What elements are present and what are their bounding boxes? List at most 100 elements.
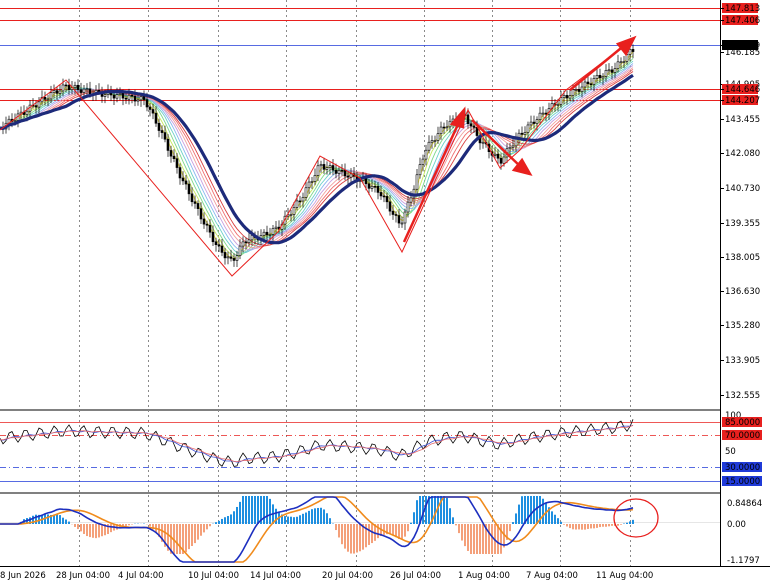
candle-body bbox=[77, 85, 79, 89]
candle-body bbox=[440, 127, 442, 134]
candle-body bbox=[521, 133, 523, 134]
candle-body bbox=[578, 89, 580, 91]
candle-body bbox=[329, 166, 331, 168]
macd-bar bbox=[338, 524, 340, 537]
candle-body bbox=[566, 95, 568, 98]
macd-bar bbox=[449, 508, 451, 524]
macd-bar bbox=[188, 524, 190, 549]
candle-body bbox=[410, 198, 412, 202]
candle-body bbox=[392, 211, 394, 214]
macd-bar bbox=[347, 524, 349, 552]
macd-bar bbox=[296, 517, 298, 524]
price-axis[interactable]: 147.813147.406146.419146.185144.905144.6… bbox=[720, 3, 760, 401]
macd-bar bbox=[530, 496, 532, 524]
rsi-axis[interactable]: 10085.000070.00005030.000015.0000 bbox=[722, 411, 762, 487]
rsi-label: 15.0000 bbox=[725, 477, 760, 487]
macd-bar bbox=[587, 524, 589, 529]
candle-body bbox=[446, 127, 448, 128]
candle-body bbox=[590, 84, 592, 85]
macd-bar bbox=[89, 524, 91, 537]
macd-bar bbox=[68, 522, 70, 524]
macd-bar bbox=[599, 524, 601, 527]
candle-body bbox=[383, 196, 385, 197]
time-label: 11 Aug 04:00 bbox=[596, 571, 653, 581]
candle-body bbox=[146, 100, 148, 107]
time-axis[interactable]: 8 Jun 202628 Jun 04:004 Jul 04:0010 Jul … bbox=[0, 571, 653, 581]
candle-body bbox=[197, 203, 199, 208]
candle-body bbox=[152, 109, 154, 113]
macd-bar bbox=[311, 509, 313, 524]
time-label: 1 Aug 04:00 bbox=[458, 571, 510, 581]
macd-bar bbox=[446, 498, 448, 524]
macd-bar bbox=[224, 517, 226, 524]
candle-body bbox=[116, 95, 118, 99]
candle-body bbox=[125, 98, 127, 99]
candle-body bbox=[140, 96, 142, 99]
macd-bar bbox=[305, 513, 307, 524]
chart-canvas[interactable]: 147.813147.406146.419146.185144.905144.6… bbox=[0, 0, 770, 583]
macd-bar bbox=[605, 524, 607, 527]
macd-bar bbox=[488, 524, 490, 554]
candle-body bbox=[368, 184, 370, 189]
candle-body bbox=[170, 150, 172, 156]
macd-bar bbox=[410, 523, 412, 524]
price-label: 138.005 bbox=[725, 253, 760, 263]
time-label: 10 Jul 04:00 bbox=[188, 571, 239, 581]
candle-body bbox=[323, 164, 325, 169]
macd-bar bbox=[416, 500, 418, 524]
macd-bar bbox=[74, 524, 76, 527]
macd-bar bbox=[110, 524, 112, 532]
candle-body bbox=[470, 124, 472, 126]
candle-body bbox=[395, 214, 397, 215]
macd-bar bbox=[584, 524, 586, 530]
price-panel[interactable] bbox=[0, 0, 720, 409]
macd-bar bbox=[611, 524, 613, 526]
candle-body bbox=[332, 166, 334, 171]
macd-label: 0.00 bbox=[727, 520, 746, 530]
macd-bar bbox=[509, 524, 511, 531]
trading-chart-window[interactable]: 147.813147.406146.419146.185144.905144.6… bbox=[0, 0, 770, 583]
candle-body bbox=[68, 85, 70, 90]
macd-bar bbox=[206, 524, 208, 529]
macd-bar bbox=[83, 524, 85, 534]
macd-bar bbox=[227, 516, 229, 524]
macd-bar bbox=[353, 524, 355, 554]
macd-bar bbox=[323, 509, 325, 524]
macd-bar bbox=[320, 508, 322, 524]
macd-bar bbox=[329, 518, 331, 524]
candle-body bbox=[293, 207, 295, 214]
macd-bar bbox=[572, 524, 574, 529]
macd-bar bbox=[551, 511, 553, 524]
candle-body bbox=[86, 89, 88, 90]
candle-body bbox=[584, 82, 586, 87]
candle-body bbox=[179, 168, 181, 178]
macd-bar bbox=[101, 524, 103, 536]
macd-bar bbox=[500, 524, 502, 554]
candle-body bbox=[269, 234, 271, 235]
macd-bar bbox=[275, 509, 277, 524]
candle-body bbox=[623, 61, 625, 62]
price-label: 140.730 bbox=[725, 184, 760, 194]
candle-body bbox=[401, 223, 403, 224]
candle-body bbox=[557, 104, 559, 105]
macd-bar bbox=[59, 515, 61, 524]
macd-bar bbox=[608, 524, 610, 526]
candle-body bbox=[158, 123, 160, 130]
candle-body bbox=[263, 232, 265, 235]
candle-body bbox=[182, 178, 184, 181]
macd-bar bbox=[221, 519, 223, 524]
candle-body bbox=[599, 75, 601, 78]
candle-body bbox=[632, 49, 634, 51]
candle-body bbox=[563, 95, 565, 97]
price-label: 132.555 bbox=[725, 391, 760, 401]
macd-bar bbox=[56, 514, 58, 524]
candle-body bbox=[302, 197, 304, 201]
macd-bar bbox=[368, 524, 370, 545]
price-label: 135.280 bbox=[725, 321, 760, 331]
candle-body bbox=[335, 170, 337, 173]
macd-bar bbox=[602, 524, 604, 527]
macd-bar bbox=[458, 524, 460, 533]
rsi-panel[interactable] bbox=[0, 411, 720, 492]
macd-axis[interactable]: 0.848640.00-1.1797 bbox=[727, 499, 762, 566]
candle-body bbox=[218, 245, 220, 246]
